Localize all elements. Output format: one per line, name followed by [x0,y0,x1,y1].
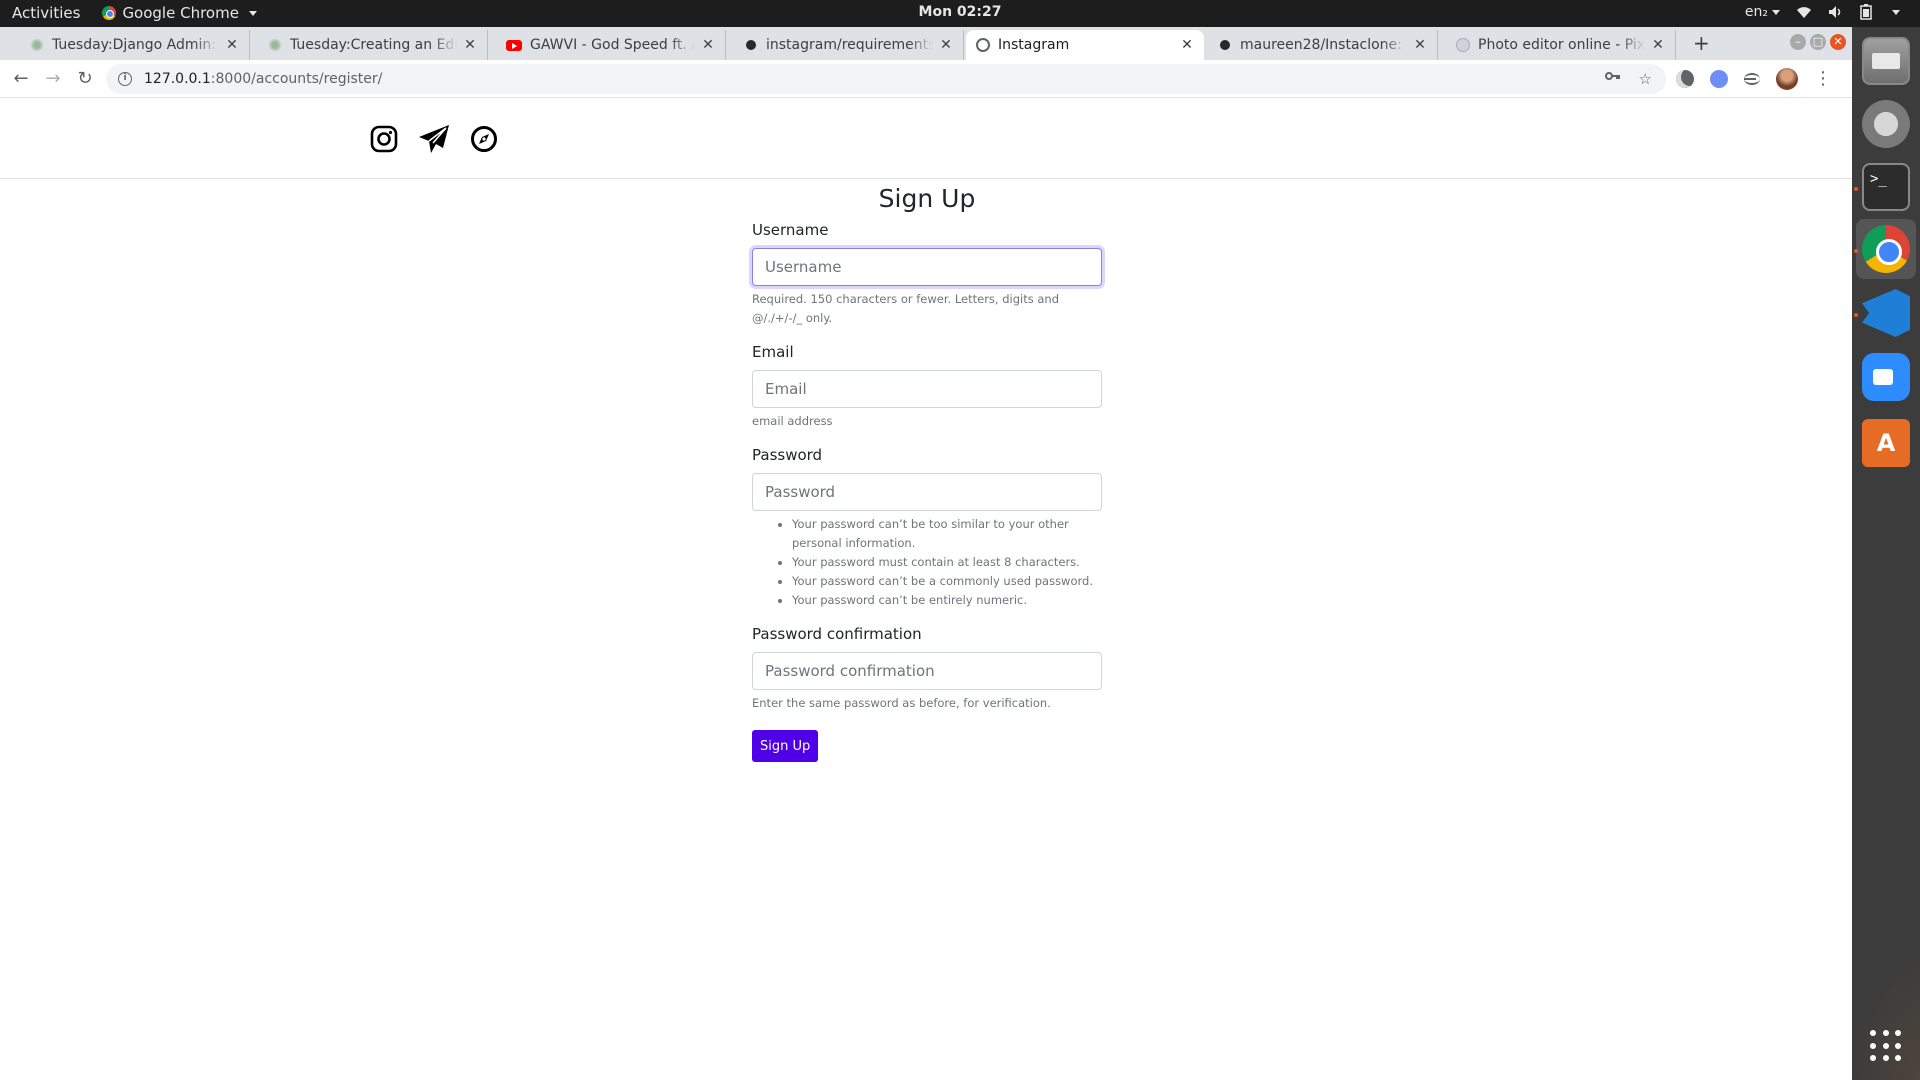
github-icon [744,38,758,52]
tab-django-admin[interactable]: Tuesday:Django Admin: S ✕ [20,30,250,60]
profile-avatar[interactable] [1776,68,1798,90]
email-help-text: email address [752,414,833,428]
tab-title: Instagram [998,37,1070,53]
tab-title: Photo editor online - Pixlr [1478,37,1645,53]
password-confirmation-group: Password confirmation Enter the same pas… [752,625,1102,713]
info-icon[interactable]: i [118,72,132,86]
files-app-icon[interactable] [1862,37,1910,85]
menu-kebab-icon[interactable]: ⋮ [1814,70,1832,88]
extension-icon[interactable] [1710,70,1728,88]
tab-title: maureen28/Instaclone: Th [1240,37,1407,53]
github-icon [1218,38,1232,52]
compass-icon[interactable] [470,125,498,153]
password-field[interactable] [752,473,1102,511]
green-favicon-icon [268,38,282,52]
browser-toolbar: ← → ↻ i 127.0.0.1:8000/accounts/register… [0,60,1852,98]
password-rule: Your password can’t be too similar to yo… [792,515,1102,553]
reload-icon[interactable]: ↻ [74,68,96,89]
running-indicator [1854,249,1858,253]
url-host: 127.0.0.1 [144,71,211,87]
close-icon[interactable]: ✕ [701,37,715,53]
forward-arrow-icon[interactable]: → [42,68,64,89]
chevron-down-icon [1772,9,1780,15]
tab-title: Tuesday:Django Admin: S [52,37,219,53]
chrome-dock-icon[interactable] [1862,225,1910,273]
show-applications-icon[interactable] [1870,1030,1902,1062]
email-group: Email email address [752,343,1102,431]
close-icon[interactable]: ✕ [225,37,239,53]
tab-creating-editor[interactable]: Tuesday:Creating an Edit ✕ [258,30,488,60]
site-navbar [0,99,1852,179]
tab-title: Tuesday:Creating an Edit [290,37,457,53]
close-icon[interactable]: ✕ [463,37,477,53]
tab-title: GAWVI - God Speed ft. An [530,37,695,53]
language-indicator[interactable]: en₂ [1745,4,1780,20]
web-page: Sign Up Username Required. 150 character… [0,99,1852,1080]
password-rule: Your password must contain at least 8 ch… [792,553,1102,572]
maximize-icon[interactable]: □ [1810,34,1826,50]
tab-youtube[interactable]: GAWVI - God Speed ft. An ✕ [496,30,726,60]
username-field[interactable] [752,248,1102,286]
paper-plane-icon[interactable] [418,124,450,154]
username-group: Username Required. 150 characters or few… [752,221,1102,328]
running-indicator [1854,187,1858,191]
system-menu-chevron-icon[interactable] [1892,9,1900,15]
sign-up-button[interactable]: Sign Up [752,730,819,762]
media-control-icon[interactable] [1744,73,1760,85]
close-icon[interactable]: ✕ [1180,37,1194,53]
zoom-icon[interactable] [1862,353,1910,401]
settings-tools-icon[interactable] [1862,100,1910,148]
clock[interactable]: Mon 02:27 [0,4,1920,20]
tab-github-instaclone[interactable]: maureen28/Instaclone: Th ✕ [1208,30,1438,60]
running-indicator [1854,313,1858,317]
close-icon[interactable]: ✕ [939,37,953,53]
instagram-icon[interactable] [370,125,398,153]
signup-form: Sign Up Username Required. 150 character… [752,179,1102,762]
system-top-bar: Activities Google Chrome Mon 02:27 en₂ [0,0,1920,27]
tab-strip: Tuesday:Django Admin: S ✕ Tuesday:Creati… [0,27,1852,60]
password-confirmation-label: Password confirmation [752,625,922,643]
email-field[interactable] [752,370,1102,408]
back-arrow-icon[interactable]: ← [10,68,32,89]
address-bar[interactable]: i 127.0.0.1:8000/accounts/register/ ☆ [106,64,1666,94]
close-icon[interactable]: ✕ [1413,37,1427,53]
dark-mode-extension-icon[interactable] [1676,70,1694,88]
tab-github-requirements[interactable]: instagram/requirements. ✕ [734,30,964,60]
vscode-icon[interactable] [1862,289,1910,337]
page-title: Sign Up [878,184,976,213]
minimize-icon[interactable]: – [1790,34,1806,50]
username-label: Username [752,221,829,239]
password-confirmation-field[interactable] [752,652,1102,690]
url-path: :8000/accounts/register/ [210,71,383,87]
tab-pixlr[interactable]: Photo editor online - Pixlr ✕ [1446,30,1676,60]
ubuntu-dock: >_ A [1852,27,1920,1080]
username-help-text: Required. 150 characters or fewer. Lette… [752,292,1060,325]
youtube-icon [506,39,522,51]
password-confirmation-help-text: Enter the same password as before, for v… [752,696,1051,710]
key-icon[interactable] [1604,70,1621,82]
pixlr-icon [1456,38,1470,52]
email-label: Email [752,343,794,361]
password-rule: Your password can’t be a commonly used p… [792,572,1102,591]
password-help-list: Your password can’t be too similar to yo… [752,515,1102,610]
window-controls: – □ ✕ [1790,34,1846,50]
new-tab-icon[interactable]: + [1693,31,1710,55]
password-label: Password [752,446,823,464]
window-close-icon[interactable]: ✕ [1830,34,1846,50]
globe-icon [976,38,990,52]
wifi-icon[interactable] [1796,5,1812,19]
password-group: Password Your password can’t be too simi… [752,446,1102,610]
volume-icon[interactable] [1828,5,1844,19]
terminal-icon[interactable]: >_ [1862,163,1910,211]
bookmark-star-icon[interactable]: ☆ [1639,70,1652,88]
tab-instagram[interactable]: Instagram ✕ [966,30,1204,60]
green-favicon-icon [30,38,44,52]
close-icon[interactable]: ✕ [1651,37,1665,53]
tab-title: instagram/requirements. [766,37,933,53]
password-rule: Your password can’t be entirely numeric. [792,591,1102,610]
battery-icon[interactable] [1860,4,1872,20]
software-store-icon[interactable]: A [1862,419,1910,467]
